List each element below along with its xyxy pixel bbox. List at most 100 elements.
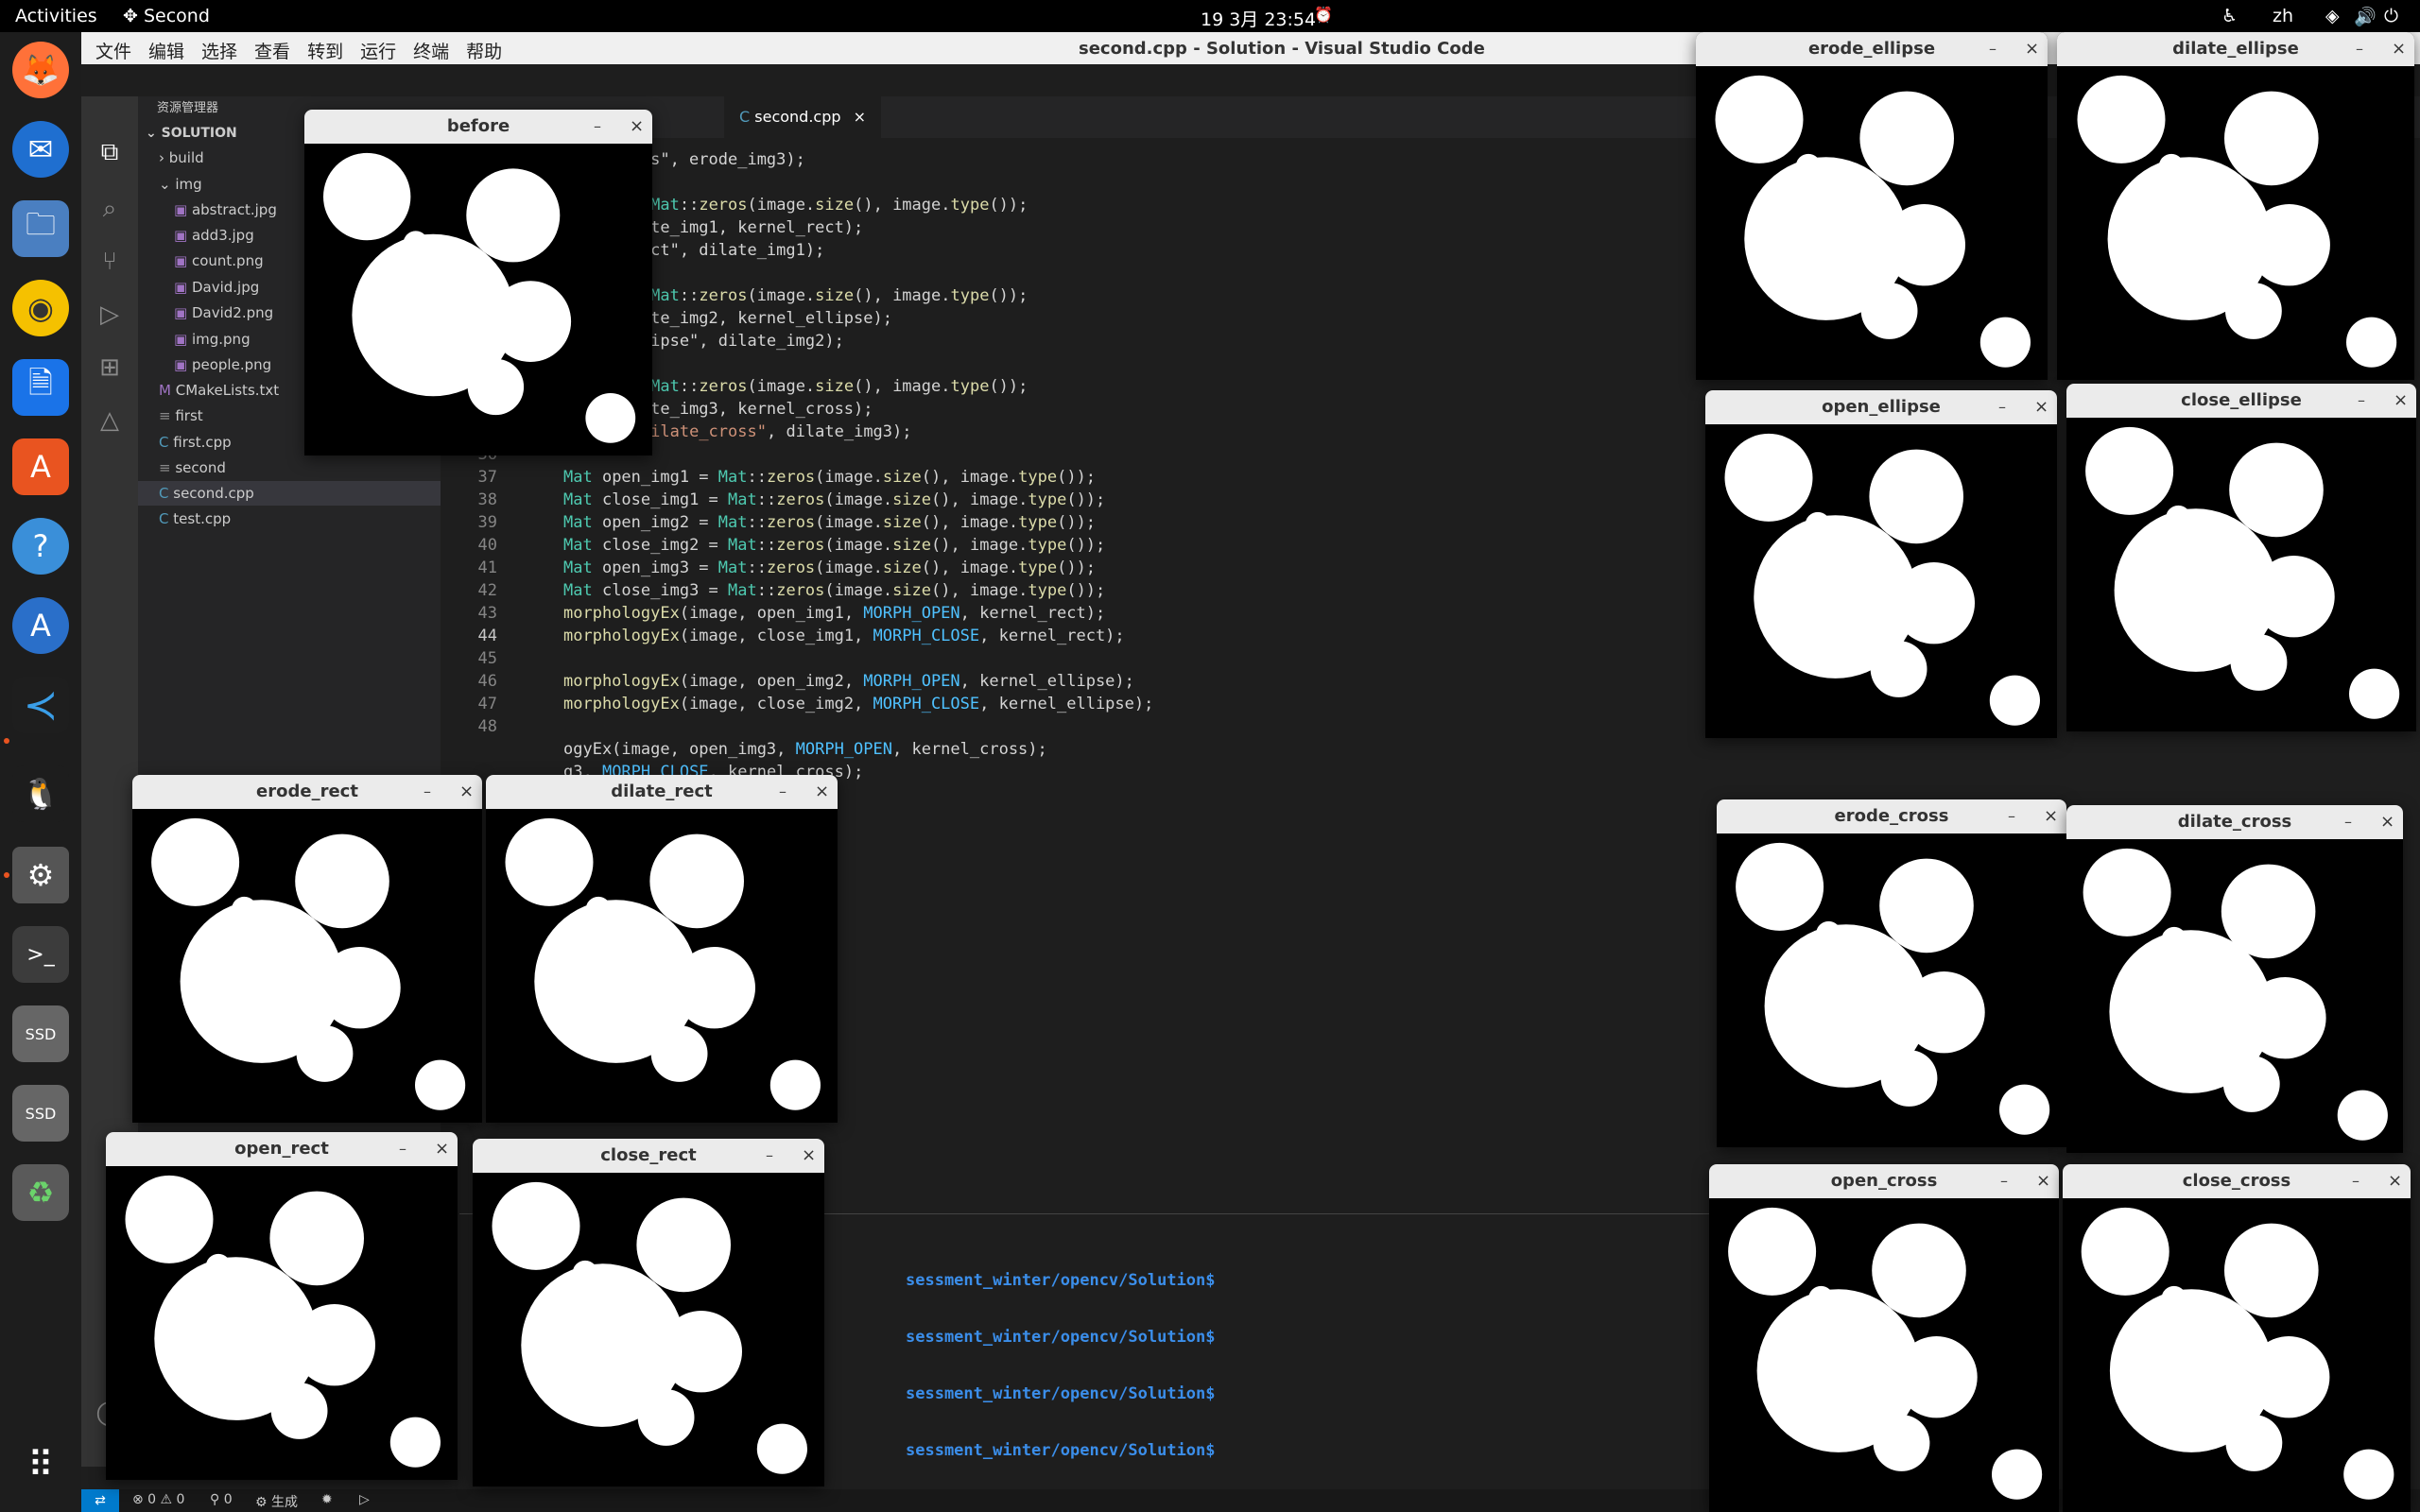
- volume-icon[interactable]: 🔊: [2354, 6, 2377, 27]
- debug-icon[interactable]: ✹: [321, 1492, 333, 1507]
- rhythmbox-icon[interactable]: ◉: [12, 280, 69, 336]
- close-icon[interactable]: ×: [802, 1139, 816, 1173]
- close-icon[interactable]: ×: [630, 110, 644, 144]
- minimize-icon[interactable]: –: [2344, 805, 2352, 839]
- files-icon[interactable]: 🗀: [12, 200, 69, 257]
- drive-icon[interactable]: SSD: [12, 1085, 69, 1142]
- close-icon[interactable]: ×: [2388, 1164, 2402, 1198]
- tab-second-cpp[interactable]: C second.cpp ×: [724, 96, 882, 138]
- opencv-window-before[interactable]: before – ×: [304, 110, 652, 455]
- minimize-icon[interactable]: –: [399, 1132, 406, 1166]
- minimize-icon[interactable]: –: [2000, 1164, 2008, 1198]
- close-icon[interactable]: ×: [2034, 390, 2048, 424]
- file-first-cpp[interactable]: C first.cpp: [159, 430, 232, 455]
- opencv-window-erode-ellipse[interactable]: erode_ellipse – ×: [1696, 32, 2048, 380]
- file-count[interactable]: ▣ count.png: [174, 249, 264, 273]
- run-icon[interactable]: ▷: [359, 1492, 370, 1507]
- opencv-window-dilate-rect[interactable]: dilate_rect – ×: [486, 775, 838, 1123]
- input-language[interactable]: zh: [2273, 6, 2293, 26]
- opencv-window-close-rect[interactable]: close_rect – ×: [473, 1139, 824, 1486]
- opencv-window-open-cross[interactable]: open_cross – ×: [1709, 1164, 2059, 1512]
- close-icon[interactable]: ×: [2394, 384, 2408, 418]
- app-menu[interactable]: ✥ Second: [123, 6, 210, 26]
- window-title[interactable]: dilate_cross: [2066, 805, 2403, 839]
- ports-status[interactable]: ⚲ 0: [210, 1492, 233, 1507]
- source-control-icon[interactable]: ⑂: [93, 248, 127, 282]
- extensions-icon[interactable]: ⊞: [93, 353, 127, 387]
- build-status[interactable]: ⚙ 生成: [255, 1492, 298, 1511]
- menu-go[interactable]: 转到: [299, 32, 352, 64]
- file-first[interactable]: ≡ first: [159, 404, 203, 428]
- opencv-window-close-ellipse[interactable]: close_ellipse – ×: [2066, 384, 2416, 731]
- explorer-icon[interactable]: ⧉: [93, 138, 127, 172]
- settings-icon[interactable]: ⚙: [12, 847, 69, 903]
- minimize-icon[interactable]: –: [2356, 32, 2363, 66]
- close-icon[interactable]: ×: [2044, 799, 2058, 833]
- menu-file[interactable]: 文件: [87, 32, 140, 64]
- app-grid-icon[interactable]: ⠿: [12, 1436, 69, 1493]
- minimize-icon[interactable]: –: [2352, 1164, 2360, 1198]
- menu-help[interactable]: 帮助: [458, 32, 510, 64]
- problems-status[interactable]: ⊗ 0 ⚠ 0: [132, 1492, 184, 1507]
- file-second-cpp[interactable]: C second.cpp: [138, 481, 441, 506]
- trash-icon[interactable]: ♻: [12, 1164, 69, 1221]
- menu-terminal[interactable]: 终端: [405, 32, 458, 64]
- file-img[interactable]: ▣ img.png: [174, 327, 251, 352]
- minimize-icon[interactable]: –: [766, 1139, 773, 1173]
- vscode-icon[interactable]: ≺: [12, 677, 69, 733]
- file-david2[interactable]: ▣ David2.png: [174, 301, 273, 325]
- folder-build[interactable]: › build: [159, 146, 204, 170]
- close-icon[interactable]: ×: [815, 775, 829, 809]
- run-debug-icon[interactable]: ▷: [93, 301, 127, 335]
- power-icon[interactable]: ⏻: [2384, 6, 2398, 26]
- close-icon[interactable]: ×: [2392, 32, 2406, 66]
- cmake-icon[interactable]: △: [93, 406, 127, 440]
- opencv-window-dilate-ellipse[interactable]: dilate_ellipse – ×: [2057, 32, 2414, 380]
- opencv-window-open-ellipse[interactable]: open_ellipse – ×: [1705, 390, 2057, 738]
- file-test-cpp[interactable]: C test.cpp: [159, 507, 231, 531]
- file-add3[interactable]: ▣ add3.jpg: [174, 223, 254, 248]
- activities-button[interactable]: Activities: [15, 6, 97, 26]
- close-icon[interactable]: ×: [2036, 1164, 2050, 1198]
- clock[interactable]: 19 3月 23:54: [1201, 6, 1316, 31]
- software-icon[interactable]: A: [12, 438, 69, 495]
- file-second[interactable]: ≡ second: [159, 455, 226, 480]
- close-icon[interactable]: ×: [2025, 32, 2039, 66]
- wifi-icon[interactable]: ◈: [2325, 6, 2340, 26]
- folder-img[interactable]: ⌄ img: [159, 172, 202, 197]
- minimize-icon[interactable]: –: [594, 110, 601, 144]
- menu-edit[interactable]: 编辑: [140, 32, 193, 64]
- minimize-icon[interactable]: –: [779, 775, 786, 809]
- close-icon[interactable]: ×: [459, 775, 474, 809]
- close-icon[interactable]: ×: [2380, 805, 2394, 839]
- firefox-icon[interactable]: 🦊: [12, 42, 69, 98]
- minimize-icon[interactable]: –: [424, 775, 431, 809]
- writer-icon[interactable]: 🗎: [12, 359, 69, 416]
- minimize-icon[interactable]: –: [1989, 32, 1996, 66]
- opencv-window-erode-rect[interactable]: erode_rect – ×: [132, 775, 482, 1123]
- drive-icon[interactable]: SSD: [12, 1005, 69, 1062]
- search-icon[interactable]: ⌕: [93, 195, 127, 229]
- file-cmakelists[interactable]: M CMakeLists.txt: [159, 378, 279, 403]
- minimize-icon[interactable]: –: [1998, 390, 2006, 424]
- opencv-window-erode-cross[interactable]: erode_cross – ×: [1717, 799, 2066, 1147]
- close-icon[interactable]: ×: [854, 108, 866, 126]
- accessibility-icon[interactable]: ♿: [2221, 6, 2238, 26]
- menu-view[interactable]: 查看: [246, 32, 299, 64]
- opencv-window-close-cross[interactable]: close_cross – ×: [2063, 1164, 2411, 1512]
- file-abstract[interactable]: ▣ abstract.jpg: [174, 198, 277, 222]
- close-icon[interactable]: ×: [435, 1132, 449, 1166]
- minimize-icon[interactable]: –: [2358, 384, 2365, 418]
- menu-selection[interactable]: 选择: [193, 32, 246, 64]
- folder-solution[interactable]: ⌄ SOLUTION: [146, 121, 237, 146]
- thunderbird-icon[interactable]: ✉: [12, 121, 69, 178]
- remote-icon[interactable]: ⇄: [81, 1489, 119, 1512]
- qq-icon[interactable]: 🐧: [12, 765, 69, 822]
- file-david[interactable]: ▣ David.jpg: [174, 275, 259, 300]
- app-center-icon[interactable]: A: [12, 597, 69, 654]
- minimize-icon[interactable]: –: [2008, 799, 2015, 833]
- menu-run[interactable]: 运行: [352, 32, 405, 64]
- file-people[interactable]: ▣ people.png: [174, 352, 271, 377]
- opencv-window-dilate-cross[interactable]: dilate_cross – ×: [2066, 805, 2403, 1153]
- opencv-window-open-rect[interactable]: open_rect – ×: [106, 1132, 458, 1480]
